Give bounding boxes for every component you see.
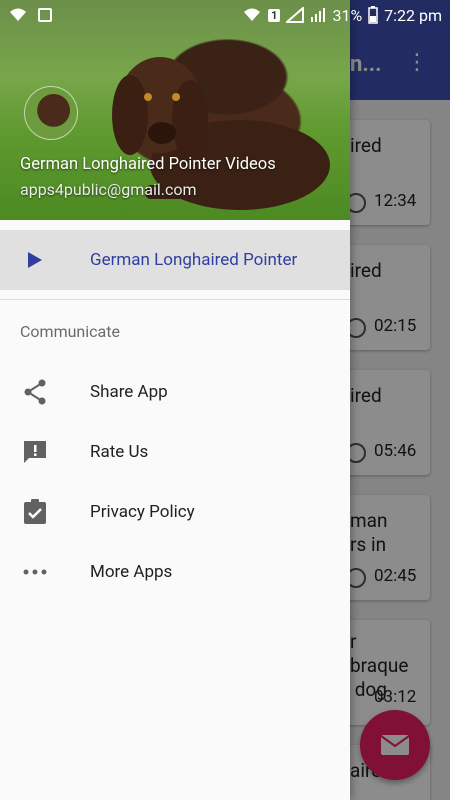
battery-icon <box>368 6 378 24</box>
drawer-header: German Longhaired Pointer Videos apps4pu… <box>0 0 350 220</box>
navigation-drawer: German Longhaired Pointer Videos apps4pu… <box>0 0 350 800</box>
wifi-icon <box>244 8 261 21</box>
wifi-icon <box>10 8 26 21</box>
play-icon <box>22 247 48 273</box>
battery-percent: 31% <box>332 5 363 25</box>
nav-item-label: Share App <box>90 382 168 402</box>
share-icon <box>22 379 48 405</box>
divider <box>0 299 350 300</box>
avatar[interactable] <box>24 86 78 140</box>
nav-item-label: Privacy Policy <box>90 502 195 522</box>
nav-item-more-apps[interactable]: More Apps <box>0 542 350 602</box>
nav-item-label: German Longhaired Pointer <box>90 250 298 270</box>
clock-time: 7:22 pm <box>384 5 442 25</box>
notification-icon <box>38 8 52 22</box>
sim-badge: 1 <box>268 8 281 22</box>
more-horiz-icon <box>22 559 48 585</box>
nav-item-share-app[interactable]: Share App <box>0 362 350 422</box>
nav-item-label: Rate Us <box>90 442 149 462</box>
nav-item-german-longhaired-pointer[interactable]: German Longhaired Pointer <box>0 230 350 290</box>
drawer-app-name: German Longhaired Pointer Videos <box>20 155 276 174</box>
nav-item-rate-us[interactable]: Rate Us <box>0 422 350 482</box>
nav-item-label: More Apps <box>90 562 173 582</box>
feedback-icon <box>22 439 48 465</box>
nav-item-privacy-policy[interactable]: Privacy Policy <box>0 482 350 542</box>
section-title: Communicate <box>20 322 120 341</box>
assignment-check-icon <box>22 499 48 525</box>
drawer-email: apps4public@gmail.com <box>20 180 197 199</box>
signal-icon <box>311 8 326 22</box>
status-bar: 1 31% 7:22 pm <box>0 0 450 30</box>
signal-icon <box>286 7 305 23</box>
